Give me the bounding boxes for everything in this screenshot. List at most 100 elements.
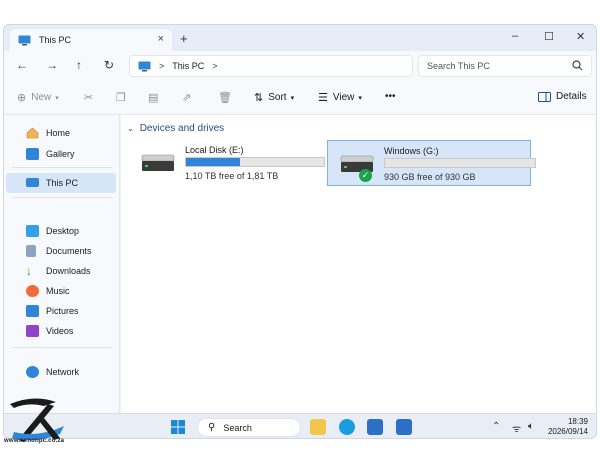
chevron-down-icon: ▾	[358, 94, 362, 102]
clipboard-icon: ▤	[148, 92, 159, 104]
tab-title: This PC	[39, 35, 72, 45]
monitor-icon	[26, 178, 39, 187]
system-clock[interactable]: 18:39 2026/09/14	[546, 417, 588, 437]
sidebar-item-label: Gallery	[46, 149, 75, 159]
monitor-icon	[18, 35, 31, 45]
sort-button[interactable]: ⇅ Sort ▾	[254, 91, 294, 104]
copy-button[interactable]: ❐	[116, 91, 131, 104]
store-icon[interactable]	[367, 419, 383, 435]
share-button[interactable]: ⇗	[182, 91, 196, 104]
edge-browser-icon[interactable]	[339, 419, 355, 435]
sidebar-item-label: This PC	[46, 178, 79, 188]
checkmark-icon: ✓	[359, 169, 372, 182]
gallery-icon	[26, 148, 39, 160]
sidebar-item-desktop[interactable]: Desktop	[6, 221, 116, 241]
file-list-pane: ⌄ Devices and drives Local Disk (E:) 1,1…	[121, 115, 596, 413]
scissors-icon: ✂	[84, 92, 94, 104]
sidebar-item-gallery[interactable]: Gallery	[6, 144, 116, 164]
drive-windows-g[interactable]: ✓ Windows (G:) 930 GB free of 930 GB	[327, 140, 536, 186]
videos-icon	[26, 325, 39, 337]
drive-name: Local Disk (E:)	[185, 145, 244, 155]
view-list-icon: ☰	[318, 92, 328, 104]
details-label: Details	[556, 91, 587, 102]
sidebar-item-label: Home	[46, 128, 71, 138]
sidebar-item-label: Documents	[46, 246, 92, 256]
share-icon: ⇗	[182, 92, 192, 104]
view-button[interactable]: ☰ View ▾	[318, 91, 362, 104]
drive-usage-bar	[384, 158, 536, 168]
navigation-bar: ← → ↑ ↻ > This PC > Search This PC	[4, 51, 596, 81]
sidebar-item-pictures[interactable]: Pictures	[6, 301, 116, 321]
copy-icon: ❐	[116, 92, 126, 104]
sidebar-item-downloads[interactable]: ↓ Downloads	[6, 261, 116, 281]
volume-icon[interactable]: 🔈︎	[528, 421, 534, 432]
sort-label: Sort	[268, 92, 287, 103]
breadcrumb-this-pc[interactable]: This PC	[172, 61, 204, 71]
clock-date: 2026/09/14	[547, 427, 588, 436]
chevron-up-icon[interactable]: ⌃	[492, 421, 500, 432]
drive-usage-bar	[185, 157, 325, 167]
search-input[interactable]: Search This PC	[418, 55, 592, 77]
clock-time: 18:39	[567, 417, 588, 426]
tab-this-pc[interactable]: This PC ×	[10, 29, 172, 51]
address-bar[interactable]: > This PC >	[129, 55, 413, 77]
hard-drive-icon	[141, 154, 175, 171]
breadcrumb-chevron-icon[interactable]: >	[212, 61, 217, 71]
chevron-down-icon: ▾	[290, 94, 295, 102]
sidebar-item-videos[interactable]: Videos	[6, 321, 116, 341]
delete-button[interactable]: 🗑	[218, 91, 237, 104]
devices-section-header[interactable]: ⌄ Devices and drives	[127, 123, 224, 134]
paste-button[interactable]: ▤	[148, 91, 163, 104]
maximize-button[interactable]: ☐	[544, 30, 554, 43]
windows-start-icon[interactable]	[170, 419, 186, 435]
sort-icon: ⇅	[254, 92, 264, 104]
sidebar-divider	[12, 167, 112, 168]
sidebar-item-label: Music	[46, 286, 70, 296]
network-icon	[26, 366, 39, 378]
download-icon: ↓	[26, 264, 32, 278]
store-icon[interactable]	[396, 419, 412, 435]
sidebar-item-network[interactable]: Network	[6, 362, 116, 382]
drive-free-space: 1,10 TB free of 1,81 TB	[185, 171, 279, 181]
sidebar-item-this-pc[interactable]: This PC	[6, 173, 116, 193]
drive-local-disk-e[interactable]: Local Disk (E:) 1,10 TB free of 1,81 TB	[129, 140, 325, 186]
new-button[interactable]: ⊕ New ▾	[17, 91, 59, 104]
drive-name: Windows (G:)	[384, 146, 439, 156]
forward-button[interactable]: →	[46, 58, 58, 72]
sidebar-item-label: Desktop	[46, 226, 80, 236]
tab-close-icon[interactable]: ×	[158, 33, 164, 45]
tab-bar: This PC × + – ☐ ✕	[4, 25, 596, 51]
plus-circle-icon: ⊕	[17, 92, 27, 104]
search-icon: ⚲	[208, 422, 216, 433]
taskbar-search[interactable]: ⚲ Search	[197, 418, 301, 437]
wifi-icon[interactable]: ᯤ	[512, 421, 521, 435]
cut-button[interactable]: ✂	[84, 91, 98, 104]
more-options-button[interactable]: •••	[385, 91, 396, 102]
home-icon	[26, 127, 39, 139]
close-window-button[interactable]: ✕	[576, 30, 585, 43]
drive-usage-fill	[186, 158, 240, 166]
chevron-down-icon: ▾	[55, 94, 59, 102]
back-button[interactable]: ←	[16, 58, 28, 72]
music-icon	[26, 285, 39, 297]
navigation-pane: Home Gallery This PC Desktop Documents ↓…	[4, 115, 120, 413]
file-explorer-icon[interactable]	[310, 419, 326, 435]
drive-free-space: 930 GB free of 930 GB	[384, 172, 476, 182]
sidebar-item-documents[interactable]: Documents	[6, 241, 116, 261]
minimize-button[interactable]: –	[512, 30, 518, 42]
command-bar: ⊕ New ▾ ✂ ❐ ▤ ⇗ 🗑 ⇅ Sort ▾ ☰ View ▾ ••• …	[4, 81, 596, 115]
sidebar-item-home[interactable]: Home	[6, 123, 116, 143]
new-tab-button[interactable]: +	[180, 31, 188, 46]
monitor-icon	[138, 61, 151, 71]
pictures-icon	[26, 305, 39, 317]
search-icon	[572, 60, 583, 71]
sidebar-item-label: Pictures	[46, 306, 79, 316]
refresh-button[interactable]: ↻	[104, 58, 114, 72]
trash-icon: 🗑	[218, 92, 232, 104]
taskbar: ⚲ Search ⌃ ᯤ 🔈︎ 18:39 2026/09/14	[4, 413, 596, 438]
sidebar-divider	[12, 197, 112, 198]
details-button[interactable]: Details	[538, 91, 587, 102]
sidebar-item-music[interactable]: Music	[6, 281, 116, 301]
sidebar-item-label: Downloads	[46, 266, 91, 276]
up-button[interactable]: ↑	[76, 58, 82, 72]
